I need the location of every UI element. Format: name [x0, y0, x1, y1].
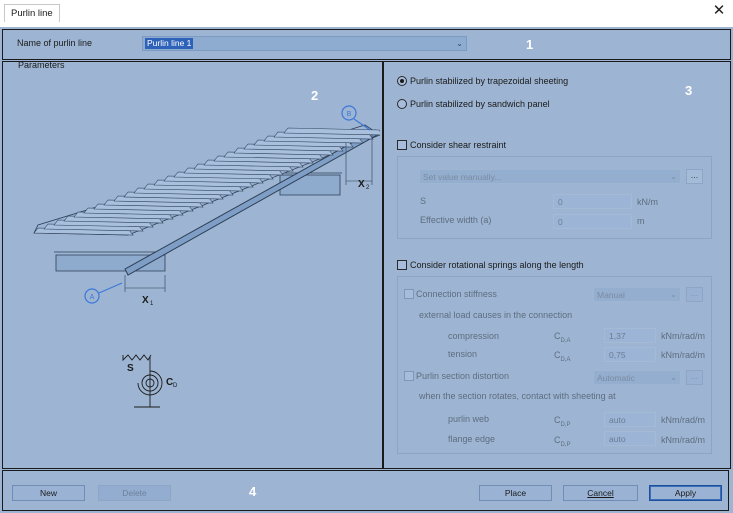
compression-sub: D,A — [560, 337, 571, 344]
x2-sub-label: 2 — [366, 185, 370, 191]
shear-restraint-checkbox[interactable] — [397, 140, 407, 150]
parameters-label: Parameters — [18, 60, 65, 70]
region-badge-1: 1 — [526, 37, 534, 52]
purlin-line-dialog: Purlin line ✕ 1 2 3 4 Name of purlin lin… — [0, 0, 733, 513]
chevron-down-icon: ⌄ — [670, 172, 677, 181]
distortion-more-button[interactable]: ... — [686, 370, 703, 385]
point-b-label: B — [347, 111, 352, 118]
connection-mode-value: Manual — [597, 290, 625, 300]
chevron-down-icon: ⌄ — [670, 373, 677, 382]
name-value: Purlin line 1 — [145, 38, 194, 49]
x2-label: X — [358, 179, 365, 190]
distortion-mode-value: Automatic — [597, 373, 635, 383]
cancel-label: Cancel — [587, 488, 614, 498]
x1-sub-label: 1 — [150, 301, 154, 307]
new-button[interactable]: New — [12, 485, 85, 501]
rotation-text: when the section rotates, contact with s… — [419, 391, 616, 401]
window-title: Purlin line — [4, 4, 60, 22]
flange-edge-unit: kNm/rad/m — [661, 435, 706, 445]
close-icon[interactable]: ✕ — [711, 3, 727, 19]
region-badge-3: 3 — [685, 83, 693, 98]
shear-s-label: S — [420, 196, 427, 206]
tension-label: tension — [448, 349, 478, 359]
spring-s-label: S — [127, 363, 134, 374]
delete-button[interactable]: Delete — [98, 485, 171, 501]
purlin-web-unit: kNm/rad/m — [661, 415, 706, 425]
effective-width-field[interactable]: 0 — [553, 214, 632, 229]
title-bar: Purlin line ✕ — [0, 0, 733, 27]
shear-mode-value: Set value manually... — [423, 172, 502, 182]
region-badge-4: 4 — [249, 484, 257, 499]
shear-mode-combo[interactable]: Set value manually... ⌄ — [419, 169, 681, 184]
name-label: Name of purlin line — [17, 38, 93, 48]
apply-button[interactable]: Apply — [649, 485, 722, 501]
shear-s-unit: kN/m — [637, 197, 658, 207]
flange-edge-value: auto — [609, 434, 626, 444]
name-combo[interactable]: Purlin line 1 ⌄ — [142, 36, 467, 51]
purlin-diagram: A B X 1 X 2 S C D — [33, 105, 380, 408]
shear-s-field[interactable]: 0 — [553, 194, 632, 209]
sandwich-label[interactable]: Purlin stabilized by sandwich panel — [410, 99, 550, 109]
point-a-label: A — [90, 294, 95, 301]
shear-s-value: 0 — [558, 197, 563, 207]
connection-more-button[interactable]: ... — [686, 287, 703, 302]
cancel-button[interactable]: Cancel — [563, 485, 638, 501]
connection-mode-combo[interactable]: Manual ⌄ — [593, 287, 681, 302]
effective-width-value: 0 — [558, 217, 563, 227]
purlin-web-value: auto — [609, 415, 626, 425]
tension-sub: D,A — [560, 356, 571, 363]
tension-value: 0,75 — [609, 350, 626, 360]
chevron-down-icon: ⌄ — [670, 290, 677, 299]
section-distortion-label: Purlin section distortion — [416, 371, 510, 381]
web-sub: D,P — [560, 421, 571, 428]
compression-unit: kNm/rad/m — [661, 331, 706, 341]
rotational-springs-label[interactable]: Consider rotational springs along the le… — [410, 260, 584, 270]
rotational-springs-checkbox[interactable] — [397, 260, 407, 270]
shear-restraint-label[interactable]: Consider shear restraint — [410, 140, 506, 150]
purlin-web-symbol: CD,P — [554, 415, 571, 428]
compression-field[interactable]: 1,37 — [604, 328, 656, 343]
chevron-down-icon: ⌄ — [456, 39, 463, 48]
purlin-web-field[interactable]: auto — [604, 412, 656, 427]
tension-field[interactable]: 0,75 — [604, 347, 656, 362]
trapezoidal-label[interactable]: Purlin stabilized by trapezoidal sheetin… — [410, 76, 568, 86]
purlin-web-label: purlin web — [448, 414, 490, 424]
effective-width-label: Effective width (a) — [420, 215, 492, 225]
shear-more-button[interactable]: ... — [686, 169, 703, 184]
flange-edge-symbol: CD,P — [554, 435, 571, 448]
connection-stiffness-checkbox[interactable] — [404, 289, 414, 299]
section-distortion-checkbox[interactable] — [404, 371, 414, 381]
tension-unit: kNm/rad/m — [661, 350, 706, 360]
flange-edge-field[interactable]: auto — [604, 431, 656, 446]
place-button[interactable]: Place — [479, 485, 552, 501]
distortion-mode-combo[interactable]: Automatic ⌄ — [593, 370, 681, 385]
trapezoidal-radio[interactable] — [397, 76, 407, 86]
x1-label: X — [142, 295, 149, 306]
compression-value: 1,37 — [609, 331, 626, 341]
tension-symbol: CD,A — [554, 350, 571, 363]
effective-width-unit: m — [637, 216, 645, 226]
external-load-text: external load causes in the connection — [419, 310, 573, 320]
sandwich-radio[interactable] — [397, 99, 407, 109]
compression-symbol: CD,A — [554, 331, 571, 344]
compression-label: compression — [448, 331, 500, 341]
flange-sub: D,P — [560, 441, 571, 448]
spring-cd-sub: D — [173, 383, 178, 389]
flange-edge-label: flange edge — [448, 434, 496, 444]
connection-stiffness-label: Connection stiffness — [416, 289, 497, 299]
